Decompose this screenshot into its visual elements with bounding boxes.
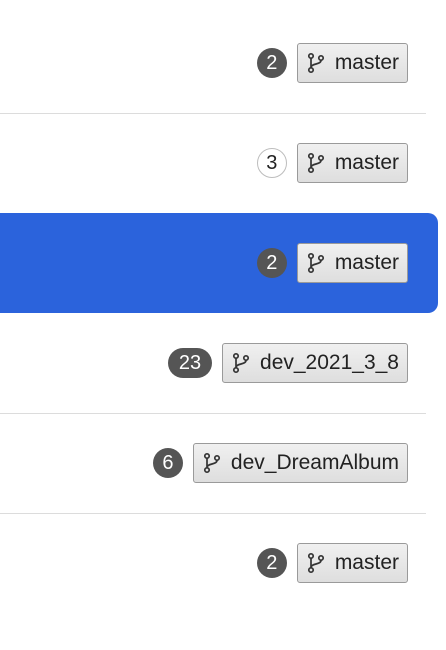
repo-row[interactable]: 3 master xyxy=(0,113,426,213)
branch-name: master xyxy=(334,251,399,274)
git-branch-icon xyxy=(307,252,324,274)
change-count-badge: 3 xyxy=(256,148,287,178)
repo-row[interactable]: 2 master xyxy=(0,13,426,114)
branch-button[interactable]: master xyxy=(296,243,408,283)
repository-list: 2 master 3 master 2 master 23 dev_2021_3… xyxy=(0,0,446,650)
branch-button[interactable]: dev_2021_3_8 xyxy=(222,343,408,383)
git-branch-icon xyxy=(307,52,324,74)
branch-button[interactable]: master xyxy=(296,43,408,83)
git-branch-icon xyxy=(232,352,250,374)
branch-name: master xyxy=(334,151,399,174)
change-count-badge: 2 xyxy=(256,548,287,578)
change-count-badge: 6 xyxy=(152,448,183,478)
repo-row[interactable]: 23 dev_2021_3_8 xyxy=(0,313,426,414)
change-count-badge: 23 xyxy=(168,348,213,378)
git-branch-icon xyxy=(307,152,324,174)
repo-row[interactable]: 6 dev_DreamAlbum xyxy=(0,413,426,514)
branch-name: dev_DreamAlbum xyxy=(230,451,399,474)
branch-name: master xyxy=(334,551,399,574)
branch-name: dev_2021_3_8 xyxy=(260,351,399,374)
branch-button[interactable]: dev_DreamAlbum xyxy=(192,443,408,483)
git-branch-icon xyxy=(307,552,324,574)
change-count-badge: 2 xyxy=(256,248,287,278)
branch-button[interactable]: master xyxy=(296,143,408,183)
repo-row-selected[interactable]: 2 master xyxy=(0,213,438,313)
branch-button[interactable]: master xyxy=(296,543,408,583)
git-branch-icon xyxy=(203,452,220,474)
branch-name: master xyxy=(334,51,399,74)
change-count-badge: 2 xyxy=(256,48,287,78)
repo-row[interactable]: 2 master xyxy=(0,513,426,613)
